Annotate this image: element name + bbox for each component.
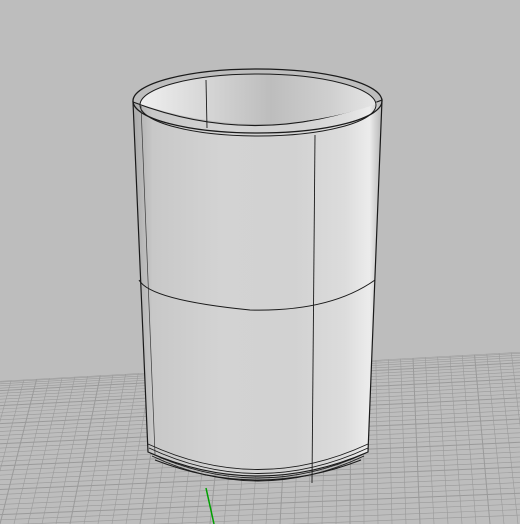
viewport-canvas[interactable]	[0, 0, 520, 524]
cylinder-outer-surface[interactable]	[132, 99, 383, 477]
cylinder-model[interactable]	[132, 68, 383, 484]
rhino-perspective-viewport[interactable]	[0, 0, 520, 524]
